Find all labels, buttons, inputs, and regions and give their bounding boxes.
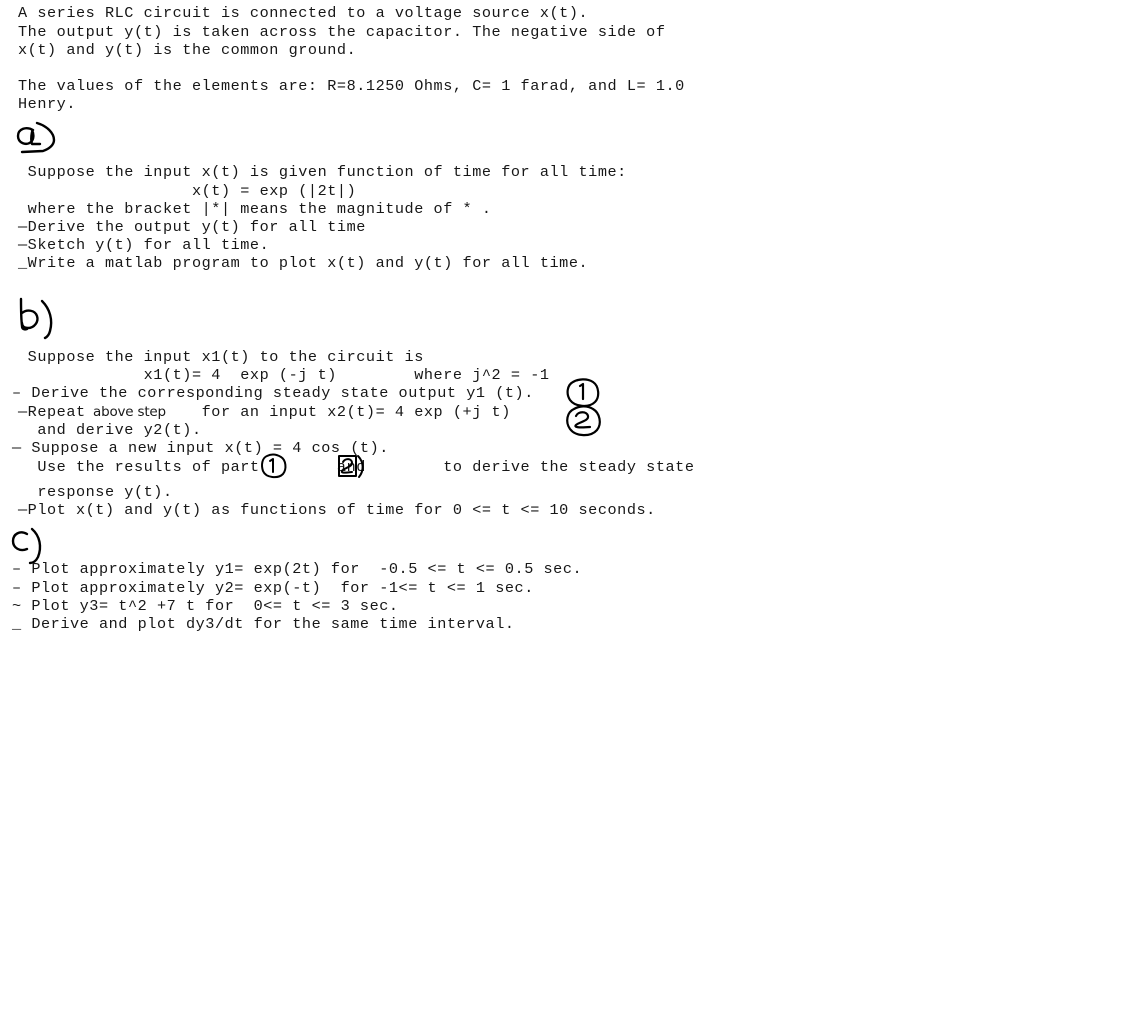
section-b-task-derive-y2: and derive y2(t). — [18, 421, 202, 439]
intro-line-2: The output y(t) is taken across the capa… — [18, 23, 666, 41]
section-c-plot-y1: – Plot approximately y1= exp(2t) for -0.… — [12, 560, 583, 578]
section-b-task-derive-y1: – Derive the corresponding steady state … — [12, 384, 534, 402]
section-b-task-plot: —Plot x(t) and y(t) as functions of time… — [18, 501, 656, 519]
margin-circled-1-annotation — [563, 376, 607, 410]
section-a-task-derive: —Derive the output y(t) for all time — [18, 218, 366, 236]
document-page: A series RLC circuit is connected to a v… — [0, 0, 1134, 1026]
section-a-line-3: where the bracket |*| means the magnitud… — [18, 200, 492, 218]
section-b-use-results: Use the results of part and to derive th… — [18, 458, 695, 476]
intro-line-3: x(t) and y(t) is the common ground. — [18, 41, 357, 59]
section-c-plot-y2: – Plot approximately y2= exp(-t) for -1<… — [12, 579, 534, 597]
element-values-line-2: Henry. — [18, 95, 76, 113]
section-a-task-sketch: —Sketch y(t) for all time. — [18, 236, 270, 254]
section-a-task-matlab: _Write a matlab program to plot x(t) and… — [18, 254, 589, 272]
section-b-equation-x1: x1(t)= 4 exp (-j t) where j^2 = -1 — [18, 366, 550, 384]
handwritten-label-a — [10, 119, 62, 161]
margin-circled-2-annotation — [563, 403, 607, 439]
section-b-line-1: Suppose the input x1(t) to the circuit i… — [18, 348, 424, 366]
inserted-above-step-text: above step — [93, 404, 166, 420]
section-a-line-1: Suppose the input x(t) is given function… — [18, 163, 627, 181]
section-a-equation: x(t) = exp (|2t|) — [18, 182, 357, 200]
element-values-line-1: The values of the elements are: R=8.1250… — [18, 77, 685, 95]
section-c-derive-dy3: _ Derive and plot dy3/dt for the same ti… — [12, 615, 515, 633]
section-b-new-input: — Suppose a new input x(t) = 4 cos (t). — [12, 439, 389, 457]
handwritten-label-b — [12, 296, 60, 342]
intro-line-1: A series RLC circuit is connected to a v… — [18, 4, 589, 22]
section-b-task-repeat: —Repeat for an input x2(t)= 4 exp (+j t) — [18, 403, 511, 421]
section-c-plot-y3: ~ Plot y3= t^2 +7 t for 0<= t <= 3 sec. — [12, 597, 399, 615]
section-b-response: response y(t). — [18, 483, 173, 501]
